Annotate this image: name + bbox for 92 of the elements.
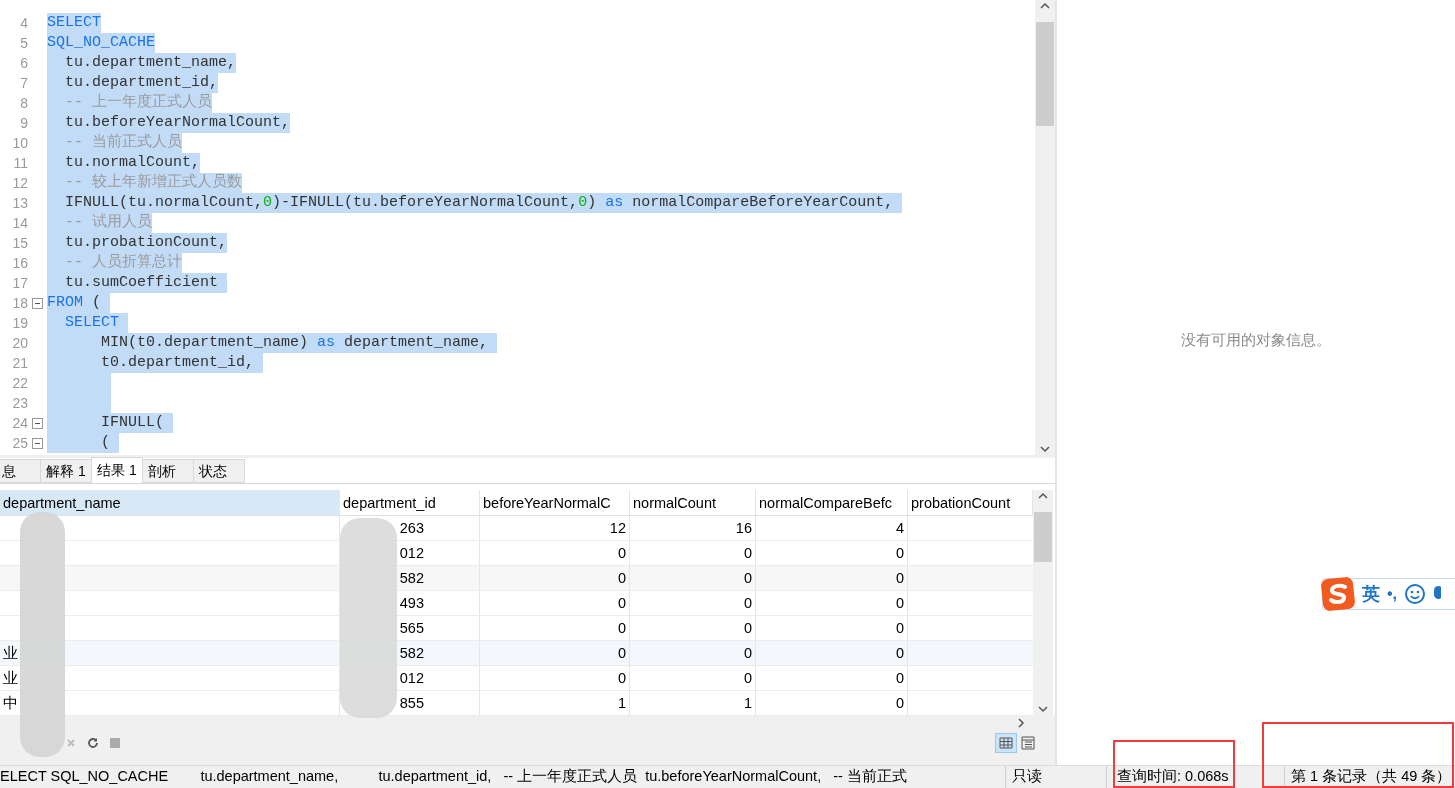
table-cell: 0: [617, 545, 626, 561]
tab[interactable]: 结果 1: [91, 457, 143, 483]
status-time: 查询时间: 0.068s: [1106, 766, 1284, 788]
line-number: 10: [11, 134, 28, 153]
table-cell: 业: [3, 670, 18, 686]
form-view-icon[interactable]: [1019, 734, 1037, 752]
tab[interactable]: 息: [0, 459, 41, 483]
table-cell: 012: [399, 545, 424, 561]
line-number: 16: [11, 254, 28, 273]
table-cell: 855: [399, 695, 424, 711]
line-number: 7: [19, 74, 28, 93]
tab[interactable]: 剖析: [142, 459, 194, 483]
collapse-icon[interactable]: [32, 417, 43, 429]
column-header[interactable]: department_name: [0, 490, 340, 515]
scrollbar-thumb[interactable]: [1036, 22, 1054, 126]
chevron-down-icon[interactable]: [1037, 703, 1049, 715]
table-cell: 4: [895, 520, 904, 536]
table-cell: 0: [743, 570, 752, 586]
line-number: 5: [19, 34, 28, 53]
refresh-icon[interactable]: [87, 737, 99, 749]
table-row[interactable]: 业 582 0 0 0: [0, 641, 1033, 666]
table-cell: 12: [609, 520, 626, 536]
line-number: 13: [11, 194, 28, 213]
line-number: 12: [11, 174, 28, 193]
table-cell: 0: [617, 670, 626, 686]
status-mode: 只读: [1005, 766, 1106, 788]
line-number: 19: [11, 314, 28, 333]
table-cell: 0: [895, 695, 904, 711]
table-cell: 0: [743, 620, 752, 636]
smiley-icon[interactable]: [1404, 583, 1427, 605]
scrollbar-thumb[interactable]: [1034, 512, 1052, 562]
table-cell: 0: [617, 620, 626, 636]
table-cell: 0: [895, 670, 904, 686]
tab[interactable]: 解释 1: [40, 459, 92, 483]
line-number: 21: [11, 354, 28, 373]
table-cell: 493: [399, 595, 424, 611]
line-number: 15: [11, 234, 28, 253]
table-cell: 263: [399, 520, 424, 536]
line-number: 14: [11, 214, 28, 233]
status-records: 第 1 条记录（共 49 条）: [1284, 766, 1452, 788]
table-cell: 0: [895, 645, 904, 661]
table-cell: 16: [735, 520, 752, 536]
ime-toolbar[interactable]: 英 •,: [1322, 578, 1455, 610]
line-number: 8: [19, 94, 28, 113]
collapse-icon[interactable]: [32, 437, 43, 449]
line-number: 24: [11, 414, 28, 433]
table-cell: 0: [617, 570, 626, 586]
collapse-icon[interactable]: [32, 297, 43, 309]
line-number: 23: [11, 394, 28, 413]
table-cell: 1: [617, 695, 626, 711]
line-number: 18: [11, 294, 28, 313]
table-cell: 0: [743, 595, 752, 611]
tab[interactable]: 状态: [193, 459, 245, 483]
table-row[interactable]: 582 0 0 0: [0, 566, 1033, 591]
scrollbar[interactable]: [1035, 0, 1055, 455]
table-cell: 565: [399, 620, 424, 636]
status-query: ELECT SQL_NO_CACHE tu.department_name, tu.department_id, -- 上一年度正式人员 tu.beforeYearNormalCount, -- 当前正式: [0, 767, 908, 787]
column-header[interactable]: department_id: [340, 490, 480, 515]
line-number: 11: [12, 154, 28, 173]
logo-icon: [1321, 577, 1355, 611]
table-cell: 0: [895, 570, 904, 586]
line-number: 6: [19, 54, 28, 73]
ime-language[interactable]: 英: [1362, 580, 1380, 608]
table-cell: 1: [743, 695, 752, 711]
line-number: 25: [11, 434, 28, 453]
column-header[interactable]: beforeYearNormalC: [480, 490, 630, 515]
info-message: 没有可用的对象信息。: [1181, 330, 1331, 350]
column-header[interactable]: normalCompareBefc: [756, 490, 908, 515]
ime-punctuation[interactable]: •,: [1387, 582, 1398, 606]
table-cell: 业: [3, 645, 18, 661]
line-number: 9: [19, 114, 28, 133]
scrollbar[interactable]: [1033, 490, 1053, 715]
table-cell: 0: [617, 595, 626, 611]
grid-view-icon[interactable]: [995, 733, 1017, 753]
line-number: 20: [11, 334, 28, 353]
line-number: 17: [11, 274, 28, 293]
table-cell: 0: [895, 620, 904, 636]
line-number: 22: [11, 374, 28, 393]
chevron-down-icon[interactable]: [1039, 443, 1051, 455]
table-cell: 0: [743, 645, 752, 661]
column-header[interactable]: normalCount: [630, 490, 756, 515]
table-cell: 0: [617, 645, 626, 661]
table-cell: 012: [399, 670, 424, 686]
table-cell: 582: [399, 645, 424, 661]
table-cell: 0: [743, 545, 752, 561]
table-cell: 582: [399, 570, 424, 586]
chevron-right-icon[interactable]: [1015, 716, 1027, 730]
table-cell: 0: [895, 595, 904, 611]
table-cell: 中: [3, 695, 18, 711]
line-number: 4: [19, 14, 28, 33]
table-cell: 0: [743, 670, 752, 686]
table-cell: 0: [895, 545, 904, 561]
